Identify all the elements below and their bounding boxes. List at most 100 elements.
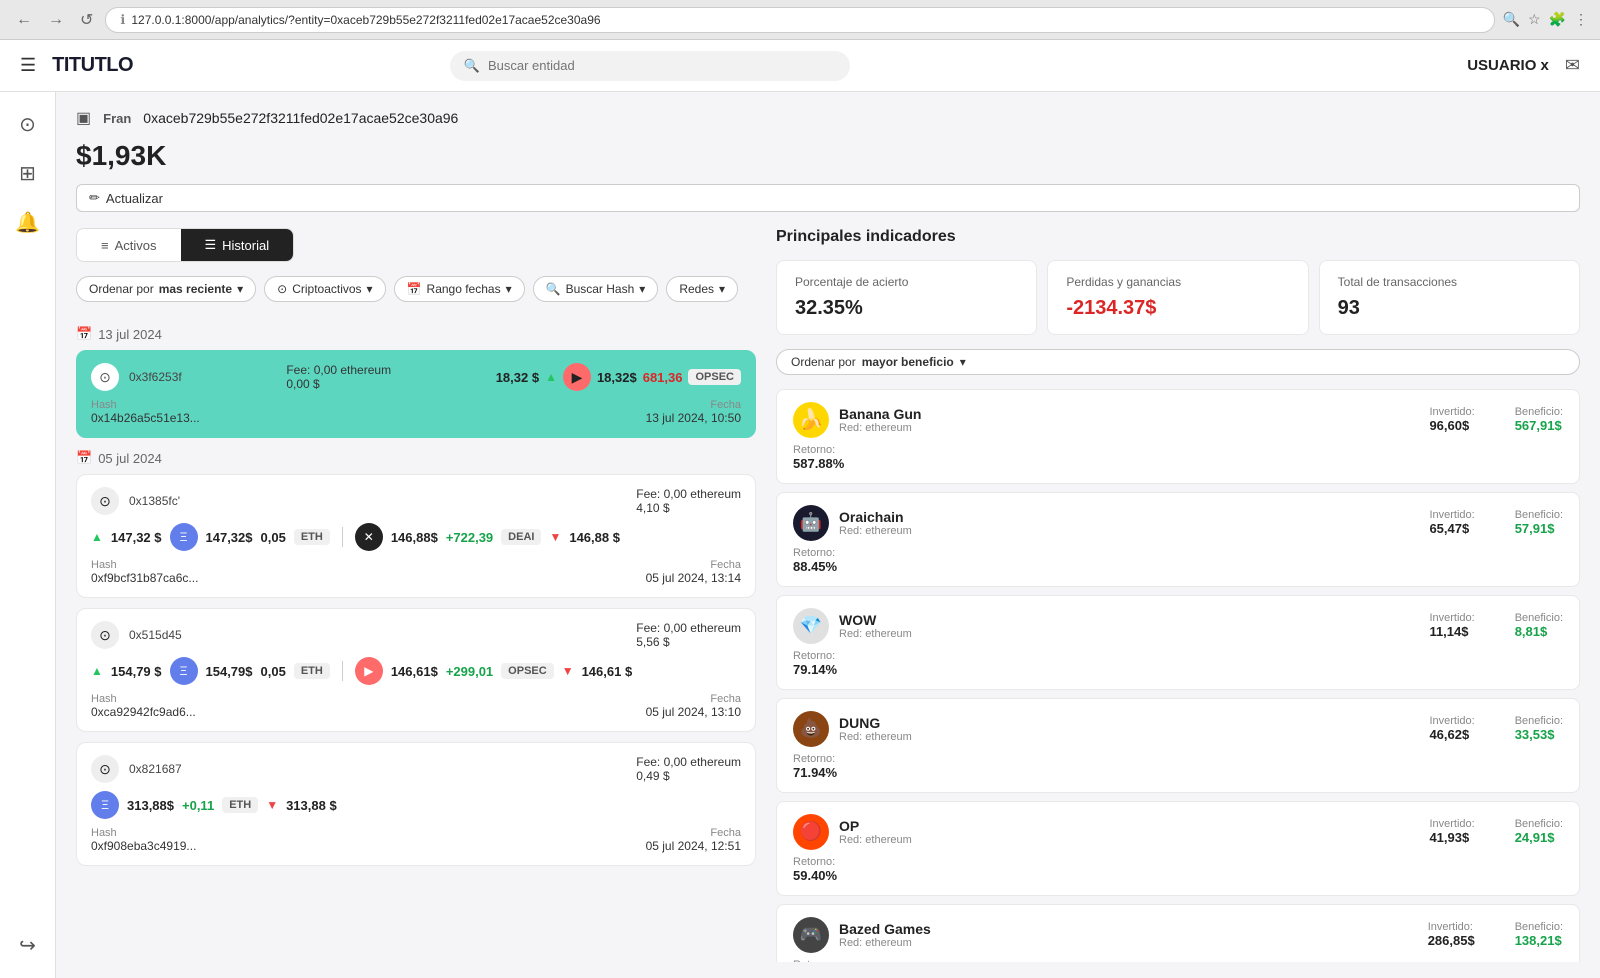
tx-fee: Fee: 0,00 ethereum 4,10 $: [636, 487, 741, 515]
tx-hash-label: Hash: [91, 399, 200, 411]
tab-historial[interactable]: ☰ Historial: [181, 229, 294, 261]
main-content: ⊙ ⊞ 🔔 ↪ ▣ Fran 0xaceb729b55e272f3211fed0…: [0, 92, 1600, 978]
sidebar: ⊙ ⊞ 🔔 ↪: [0, 92, 56, 978]
asset-name-block: OP Red: ethereum: [839, 818, 912, 846]
asset-icon-2: 💎: [793, 608, 829, 644]
kpi-value-1: -2134.37$: [1066, 297, 1289, 320]
mail-icon[interactable]: ✉: [1565, 55, 1580, 76]
date-header-1: 📅 05 jul 2024: [76, 450, 756, 466]
redes-filter[interactable]: Redes ▾: [666, 276, 738, 302]
invertido-0: Invertido: 96,60$: [1429, 406, 1474, 433]
arrow-down-icon: ▼: [266, 798, 278, 812]
asset-name-block: WOW Red: ethereum: [839, 612, 912, 640]
asset-top: 🔴 OP Red: ethereum Invertido: 41,93$: [793, 814, 1563, 850]
back-button[interactable]: ←: [12, 11, 36, 29]
star-icon[interactable]: ☆: [1528, 11, 1541, 28]
tx-id: 0x1385fc': [129, 494, 180, 508]
table-row[interactable]: ⊙ 0x821687 Fee: 0,00 ethereum 0,49 $ Ξ 3…: [76, 742, 756, 866]
update-button[interactable]: ✏ Actualizar: [76, 184, 1580, 212]
extension-icon[interactable]: 🧩: [1549, 11, 1566, 28]
asset-name-block: DUNG Red: ethereum: [839, 715, 912, 743]
kpi-label-1: Perdidas y ganancias: [1066, 275, 1289, 291]
asset-top: 🤖 Oraichain Red: ethereum Invertido: 65,…: [793, 505, 1563, 541]
eth-badge: ETH: [294, 663, 330, 679]
search-icon: 🔍: [464, 58, 480, 74]
eth-icon: Ξ: [170, 523, 198, 551]
forward-button[interactable]: →: [44, 11, 68, 29]
asset-retorno-0: Retorno: 587.88%: [793, 444, 1563, 471]
assets-list: 🍌 Banana Gun Red: ethereum Invertido: 96…: [776, 389, 1580, 962]
tx-badge: OPSEC: [688, 369, 741, 385]
indicators-title: Principales indicadores: [776, 228, 1580, 246]
asset-icon-0: 🍌: [793, 402, 829, 438]
activos-icon: ≡: [101, 238, 109, 253]
list-item[interactable]: 🤖 Oraichain Red: ethereum Invertido: 65,…: [776, 492, 1580, 587]
tx-amounts: ▲ 147,32 $ Ξ 147,32$ 0,05 ETH ✕ 146,88$ …: [91, 523, 741, 551]
asset-meta-1: Invertido: 65,47$ Beneficio: 57,91$: [1429, 509, 1563, 536]
criptoactivos-filter[interactable]: ⊙ Criptoactivos ▾: [264, 276, 385, 302]
table-row[interactable]: ⊙ 0x3f6253f Fee: 0,00 ethereum 0,00 $ 18…: [76, 350, 756, 438]
kpi-value-2: 93: [1338, 297, 1561, 320]
top-navigation: ☰ TITUTLO 🔍 USUARIO x ✉: [0, 40, 1600, 92]
tx-footer: Hash 0xca92942fc9ad6... Fecha 05 jul 202…: [91, 693, 741, 719]
hamburger-menu[interactable]: ☰: [20, 55, 36, 76]
menu-icon[interactable]: ⋮: [1574, 11, 1588, 28]
browser-toolbar-icons: 🔍 ☆ 🧩 ⋮: [1503, 11, 1588, 28]
tx-id: 0x515d45: [129, 628, 182, 642]
list-item[interactable]: 🍌 Banana Gun Red: ethereum Invertido: 96…: [776, 389, 1580, 484]
tx-date-label: Fecha: [646, 399, 741, 411]
list-item[interactable]: 💎 WOW Red: ethereum Invertido: 11,14$: [776, 595, 1580, 690]
tabs: ≡ Activos ☰ Historial: [76, 228, 294, 262]
tx-hash-block: Hash 0xca92942fc9ad6...: [91, 693, 196, 719]
table-row[interactable]: ⊙ 0x1385fc' Fee: 0,00 ethereum 4,10 $ ▲ …: [76, 474, 756, 598]
eth-icon: Ξ: [170, 657, 198, 685]
global-search[interactable]: 🔍: [450, 51, 850, 81]
url-bar[interactable]: ℹ 127.0.0.1:8000/app/analytics/?entity=0…: [105, 7, 1494, 33]
search-icon[interactable]: 🔍: [1503, 11, 1520, 28]
tx-id: 0x3f6253f: [129, 370, 182, 384]
asset-name-block: Bazed Games Red: ethereum: [839, 921, 931, 949]
token-icon-opsec: ▶: [355, 657, 383, 685]
two-panels: ≡ Activos ☰ Historial Ordenar por mas re…: [76, 228, 1580, 962]
sidebar-icon-bell[interactable]: 🔔: [15, 210, 40, 235]
tx-top: ⊙ 0x3f6253f Fee: 0,00 ethereum 0,00 $ 18…: [91, 363, 741, 391]
list-item[interactable]: 🎮 Bazed Games Red: ethereum Invertido: 2…: [776, 904, 1580, 962]
chevron-down-icon: ▾: [506, 282, 512, 296]
tx-footer: Hash 0xf9bcf31b87ca6c... Fecha 05 jul 20…: [91, 559, 741, 585]
tx-date-block: Fecha 05 jul 2024, 13:14: [646, 559, 741, 585]
sidebar-icon-layers[interactable]: ⊞: [19, 161, 36, 186]
buscar-hash-filter[interactable]: 🔍 Buscar Hash ▾: [533, 276, 659, 302]
tx-top: ⊙ 0x1385fc' Fee: 0,00 ethereum 4,10 $: [91, 487, 741, 515]
sort-filter[interactable]: Ordenar por mas reciente ▾: [76, 276, 256, 302]
chevron-down-icon: ▾: [960, 355, 966, 369]
arrow-up-icon: ▲: [545, 370, 557, 384]
asset-top: 💎 WOW Red: ethereum Invertido: 11,14$: [793, 608, 1563, 644]
asset-icon-1: 🤖: [793, 505, 829, 541]
app-logo: TITUTLO: [52, 54, 133, 77]
list-item[interactable]: 🔴 OP Red: ethereum Invertido: 41,93$: [776, 801, 1580, 896]
sidebar-icon-exit[interactable]: ↪: [19, 933, 36, 958]
tab-activos[interactable]: ≡ Activos: [77, 229, 181, 261]
username-label: USUARIO x: [1467, 57, 1549, 74]
asset-sort-button[interactable]: Ordenar por mayor beneficio ▾: [776, 349, 1580, 375]
sidebar-icon-analytics[interactable]: ⊙: [19, 112, 36, 137]
search-hash-icon: 🔍: [546, 282, 561, 296]
browser-chrome: ← → ↺ ℹ 127.0.0.1:8000/app/analytics/?en…: [0, 0, 1600, 40]
search-input[interactable]: [488, 58, 836, 73]
reload-button[interactable]: ↺: [76, 10, 97, 30]
kpi-label-2: Total de transacciones: [1338, 275, 1561, 291]
eth-badge: ETH: [222, 797, 258, 813]
kpi-row: Porcentaje de acierto 32.35% Perdidas y …: [776, 260, 1580, 335]
tx-amount: 147,32 $: [111, 530, 162, 545]
asset-name-block: Oraichain Red: ethereum: [839, 509, 912, 537]
eth-icon: Ξ: [91, 791, 119, 819]
table-row[interactable]: ⊙ 0x515d45 Fee: 0,00 ethereum 5,56 $ ▲ 1…: [76, 608, 756, 732]
list-item[interactable]: 💩 DUNG Red: ethereum Invertido: 46,62$: [776, 698, 1580, 793]
arrow-up-icon: ▲: [91, 664, 103, 678]
asset-icon-5: 🎮: [793, 917, 829, 953]
date-header-0: 📅 13 jul 2024: [76, 326, 756, 342]
left-panel: ≡ Activos ☰ Historial Ordenar por mas re…: [76, 228, 756, 962]
entity-hash: 0xaceb729b55e272f3211fed02e17acae52ce30a…: [143, 110, 458, 126]
rango-fechas-filter[interactable]: 📅 Rango fechas ▾: [394, 276, 525, 302]
asset-top: 🍌 Banana Gun Red: ethereum Invertido: 96…: [793, 402, 1563, 438]
